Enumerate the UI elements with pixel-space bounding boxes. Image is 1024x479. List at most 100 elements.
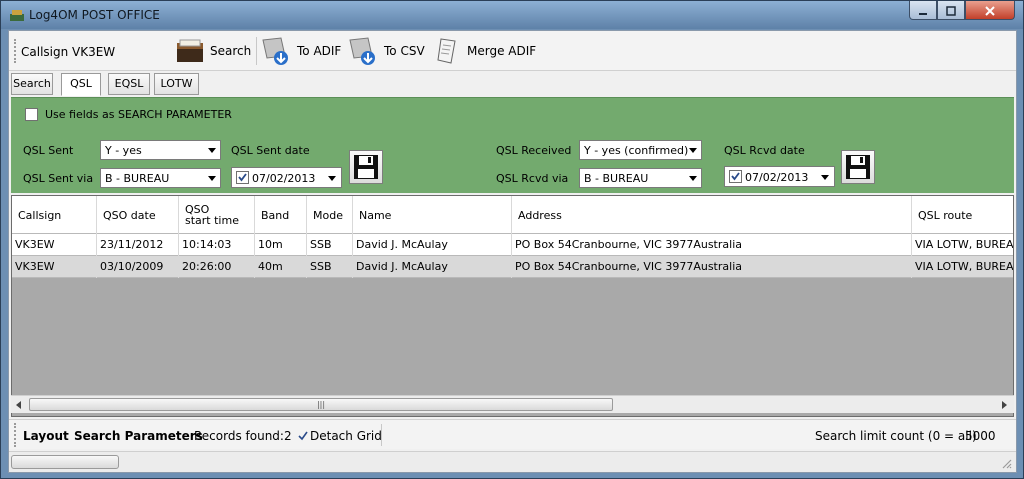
checkmark-icon	[298, 431, 308, 441]
toolbar-grip[interactable]	[14, 39, 16, 63]
to-adif-button[interactable]: To ADIF	[259, 35, 341, 67]
search-parameters-panel: Use fields as SEARCH PARAMETER QSL Sent …	[11, 97, 1014, 193]
title-bar[interactable]: Log4OM POST OFFICE	[1, 1, 1023, 29]
minimize-icon	[919, 13, 927, 15]
qsl-sent-via-value: B - BUREAU	[105, 172, 170, 185]
detach-grid-label: Detach Grid	[310, 429, 382, 443]
qsl-received-value: Y - yes (confirmed)	[584, 144, 689, 157]
column-header-mode[interactable]: Mode	[307, 196, 353, 234]
status-bar: Layout Search Parameters Records found: …	[9, 419, 1016, 449]
column-header-address[interactable]: Address	[512, 196, 912, 234]
grid-header: Callsign QSO date QSO start time Band Mo…	[12, 196, 1013, 234]
merge-adif-label: Merge ADIF	[467, 44, 537, 58]
qsl-rcvd-date-checkbox[interactable]	[729, 170, 742, 183]
qsl-sent-via-select[interactable]: B - BUREAU	[100, 168, 221, 188]
statusbar-grip[interactable]	[14, 423, 16, 447]
save-received-button[interactable]	[841, 150, 875, 184]
cell-start-time: 20:26:00	[179, 256, 255, 278]
use-fields-checkbox[interactable]	[25, 108, 38, 121]
cell-qso-date: 23/11/2012	[97, 234, 179, 256]
qsl-sent-date-checkbox[interactable]	[236, 171, 249, 184]
export-adif-icon	[262, 37, 288, 65]
cell-name: David J. McAulay	[353, 256, 512, 278]
cell-qsl-route: VIA LOTW, BUREAU	[915, 238, 1013, 251]
cell-mode: SSB	[307, 256, 353, 278]
callsign-value[interactable]: VK3EW	[72, 45, 115, 59]
merge-adif-button[interactable]: Merge ADIF	[435, 35, 536, 67]
grid-horizontal-scrollbar[interactable]: |||	[11, 395, 1014, 413]
qsl-sent-value: Y - yes	[105, 144, 142, 157]
search-button[interactable]: Search	[174, 35, 251, 67]
qsl-rcvd-date-picker[interactable]: 07/02/2013	[724, 166, 835, 187]
column-header-start-time[interactable]: QSO start time	[179, 196, 255, 234]
column-header-callsign[interactable]: Callsign	[12, 196, 97, 234]
chevron-down-icon	[821, 175, 829, 180]
qsl-rcvd-date-value: 07/02/2013	[745, 171, 809, 184]
qsl-rcvd-via-label: QSL Rcvd via	[496, 172, 569, 185]
maximize-icon	[946, 6, 956, 16]
search-button-label: Search	[210, 44, 252, 58]
status-separator	[381, 424, 382, 446]
qsl-sent-date-value: 07/02/2013	[252, 172, 316, 185]
minimize-button[interactable]	[909, 1, 937, 20]
window-title: Log4OM POST OFFICE	[29, 8, 160, 22]
qsl-sent-date-picker[interactable]: 07/02/2013	[231, 167, 342, 188]
save-sent-button[interactable]	[349, 150, 383, 184]
chevron-down-icon	[328, 176, 336, 181]
records-found-value: 2	[284, 429, 292, 443]
tab-lotw[interactable]: LOTW	[154, 73, 199, 95]
table-row[interactable]: VK3EW 03/10/2009 20:26:00 40m SSB David …	[12, 256, 1013, 278]
layout-button[interactable]: Layout	[23, 429, 69, 443]
window-horizontal-scrollbar[interactable]	[9, 451, 1016, 472]
detach-grid-toggle[interactable]: Detach Grid	[298, 429, 382, 443]
table-row[interactable]: VK3EW 23/11/2012 10:14:03 10m SSB David …	[12, 234, 1013, 256]
cell-address: PO Box 54Cranbourne, VIC 3977Australia	[512, 234, 912, 256]
to-csv-label: To CSV	[384, 44, 425, 58]
app-icon	[10, 10, 24, 21]
chevron-down-icon	[208, 176, 216, 181]
qsl-sent-select[interactable]: Y - yes	[100, 140, 221, 160]
cell-qso-date: 03/10/2009	[97, 256, 179, 278]
export-csv-icon	[349, 37, 375, 65]
column-header-band[interactable]: Band	[255, 196, 307, 234]
to-csv-button[interactable]: To CSV	[346, 35, 425, 67]
qsl-received-select[interactable]: Y - yes (confirmed)	[579, 140, 702, 160]
search-limit-value[interactable]: 5000	[965, 429, 996, 443]
cell-address: PO Box 54Cranbourne, VIC 3977Australia	[512, 256, 912, 278]
cell-qsl-route: VIA LOTW, BUREAU	[915, 260, 1013, 273]
qsl-rcvd-via-value: B - BUREAU	[584, 172, 649, 185]
search-parameters-button[interactable]: Search Parameters	[74, 429, 203, 443]
qsl-sent-via-label: QSL Sent via	[23, 172, 94, 185]
use-fields-label: Use fields as SEARCH PARAMETER	[45, 108, 232, 121]
to-adif-label: To ADIF	[297, 44, 342, 58]
column-header-name[interactable]: Name	[353, 196, 512, 234]
qsl-rcvd-via-select[interactable]: B - BUREAU	[579, 168, 702, 188]
checkmark-icon	[731, 172, 740, 181]
scrollbar-thumb[interactable]	[11, 455, 119, 469]
cell-name: David J. McAulay	[353, 234, 512, 256]
records-found-label: Records found:	[194, 429, 284, 443]
cell-start-time: 10:14:03	[179, 234, 255, 256]
merge-document-icon	[437, 38, 456, 64]
scroll-left-icon[interactable]	[16, 401, 21, 409]
qsl-received-label: QSL Received	[496, 144, 572, 157]
qsl-rcvd-date-label: QSL Rcvd date	[724, 144, 805, 157]
column-header-qso-date[interactable]: QSO date	[97, 196, 179, 234]
chevron-down-icon	[689, 176, 697, 181]
resize-grip-icon[interactable]	[1000, 457, 1012, 469]
tab-qsl[interactable]: QSL	[61, 73, 101, 96]
cell-callsign: VK3EW	[12, 256, 97, 278]
search-box-icon	[177, 39, 203, 62]
qso-grid[interactable]: Callsign QSO date QSO start time Band Mo…	[11, 195, 1014, 417]
qsl-sent-date-label: QSL Sent date	[231, 144, 310, 157]
client-area: Callsign VK3EW Search To ADIF To CSV Mer…	[8, 30, 1017, 473]
maximize-button[interactable]	[937, 1, 965, 20]
close-button[interactable]	[965, 1, 1015, 20]
tab-search[interactable]: Search	[11, 73, 53, 95]
column-header-qsl-route[interactable]: QSL route	[912, 196, 1013, 234]
scrollbar-thumb[interactable]: |||	[29, 398, 613, 411]
toolbar-separator	[256, 37, 257, 65]
scroll-right-icon[interactable]	[1002, 401, 1007, 409]
callsign-label: Callsign	[21, 45, 69, 59]
tab-eqsl[interactable]: EQSL	[108, 73, 150, 95]
